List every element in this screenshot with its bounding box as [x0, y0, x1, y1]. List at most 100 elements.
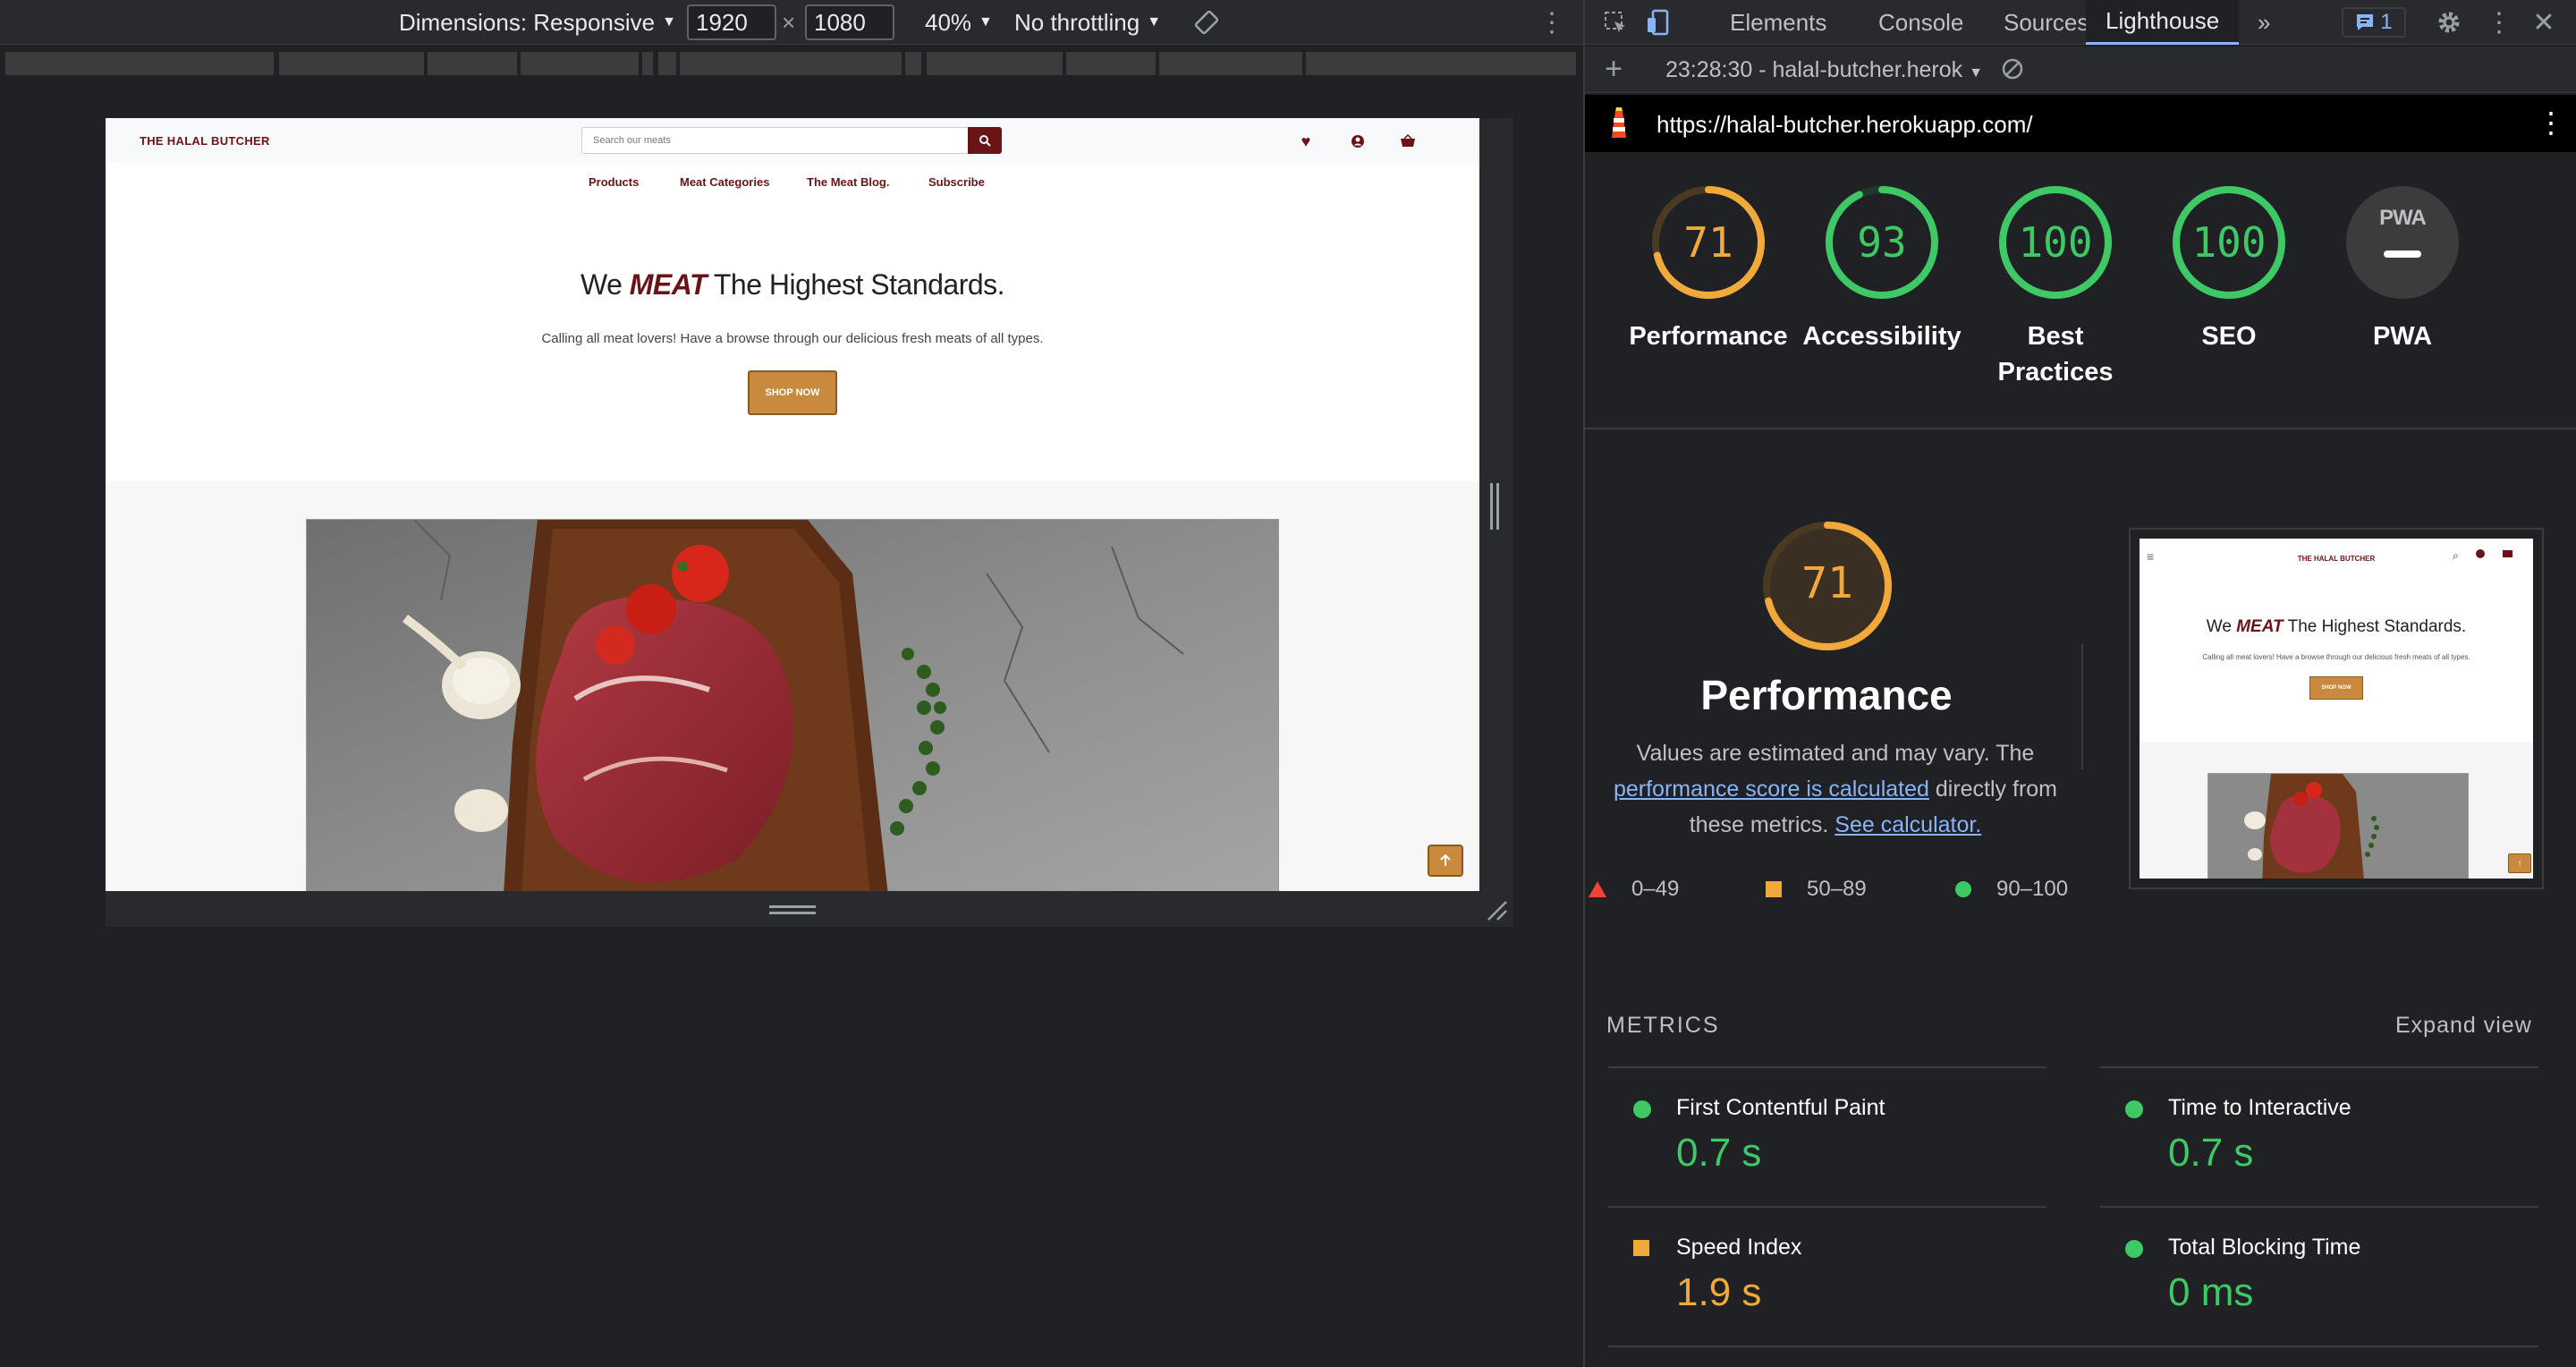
metric-value: 0.7 s [2168, 1131, 2254, 1175]
thumb-arrow-up-icon: ↑ [2508, 853, 2531, 873]
thumb-logo: THE HALAL BUTCHER [2297, 555, 2376, 563]
perf-score-link[interactable]: performance score is calculated [1614, 777, 1929, 802]
devtools-panel: Elements Console Sources Lighthouse » 1 … [1583, 0, 2576, 1367]
tab-elements[interactable]: Elements [1710, 0, 1846, 45]
average-square-icon [1633, 1240, 1649, 1256]
metric-label: First Contentful Paint [1676, 1095, 1885, 1120]
metrics-heading: METRICS [1606, 1013, 1720, 1038]
site-search-button[interactable] [968, 127, 1002, 154]
tab-lighthouse[interactable]: Lighthouse [2086, 0, 2240, 45]
gear-icon[interactable] [2435, 9, 2463, 36]
calculator-link[interactable]: See calculator. [1835, 812, 1981, 837]
gauge-seo[interactable]: 100 SEO [2148, 183, 2309, 354]
chevron-down-icon: ▼ [662, 14, 676, 30]
media-query-segment[interactable] [521, 52, 640, 75]
more-options-icon[interactable]: ⋮ [1538, 7, 1565, 38]
nav-subscribe[interactable]: Subscribe [928, 175, 985, 189]
dimensions-label: Dimensions: Responsive [399, 8, 656, 36]
scroll-to-top-button[interactable] [1428, 845, 1463, 877]
gauge-accessibility[interactable]: 93 Accessibility [1801, 183, 1962, 354]
more-options-icon[interactable]: ⋮ [2485, 8, 2513, 38]
metric-speed-index: Speed Index 1.9 s [1608, 1206, 2046, 1346]
resize-corner-icon[interactable] [1485, 898, 1508, 921]
media-query-segment[interactable] [680, 52, 903, 75]
media-query-segment[interactable] [5, 52, 275, 75]
metric-value: 0.7 s [1676, 1131, 1762, 1175]
thumb-page: ≡ THE HALAL BUTCHER ⌕ We MEAT The Highes… [2140, 539, 2533, 753]
shop-now-button[interactable]: SHOP NOW [748, 370, 837, 415]
divider [2081, 644, 2083, 769]
plus-icon[interactable]: + [1599, 52, 1628, 86]
nav-products[interactable]: Products [589, 175, 639, 189]
report-label: 23:28:30 - halal-butcher.herok [1665, 57, 1963, 82]
inspect-element-icon[interactable] [1601, 9, 1630, 36]
media-query-segment[interactable] [905, 52, 923, 75]
chevron-down-icon: ▼ [1147, 14, 1162, 30]
thumb-title-em: MEAT [2236, 617, 2284, 636]
media-query-segment[interactable] [1306, 52, 1578, 75]
media-query-segment[interactable] [642, 52, 655, 75]
gauge-best-practices[interactable]: 100 Best Practices [1975, 183, 2136, 390]
site-logo[interactable]: THE HALAL BUTCHER [140, 134, 270, 148]
issues-count: 1 [2380, 10, 2393, 34]
device-toggle-icon[interactable] [1644, 9, 1673, 36]
site-search-input[interactable]: Search our meats [581, 127, 971, 154]
account-icon[interactable] [1349, 132, 1367, 150]
media-query-segment[interactable] [1066, 52, 1157, 75]
media-query-segment[interactable] [1159, 52, 1304, 75]
media-query-segment[interactable] [658, 52, 678, 75]
gauge-performance[interactable]: 71 Performance [1628, 183, 1789, 354]
thumb-hero-image [2207, 773, 2469, 879]
report-url-bar: https://halal-butcher.herokuapp.com/ ⋮ [1585, 95, 2576, 152]
devtools-tabbar: Elements Console Sources Lighthouse » 1 … [1585, 0, 2576, 45]
hero-meat-image [306, 519, 1279, 891]
nav-meat-blog[interactable]: The Meat Blog. [807, 175, 889, 189]
gauge-pwa[interactable]: PWA PWA [2322, 183, 2483, 354]
account-icon [2476, 549, 2485, 558]
throttling-dropdown[interactable]: No throttling ▼ [1014, 7, 1161, 38]
close-icon[interactable]: ✕ [2529, 8, 2558, 38]
metric-total-blocking-time: Total Blocking Time 0 ms [2100, 1206, 2538, 1346]
rotate-icon[interactable] [1193, 7, 1220, 38]
report-selector[interactable]: 23:28:30 - halal-butcher.herok ▼ [1665, 57, 1983, 83]
tab-console[interactable]: Console [1859, 0, 1983, 45]
more-tabs-icon[interactable]: » [2238, 0, 2290, 45]
gauge-label: Best Practices [1997, 322, 2114, 386]
score-gauges: 71 Performance 93 Accessibility 100 Best… [1585, 152, 2576, 429]
grip-vertical-icon[interactable] [1490, 483, 1499, 530]
pwa-badge-text: PWA [2379, 206, 2427, 230]
chevron-down-icon: ▼ [979, 14, 993, 30]
message-icon [2357, 14, 2374, 30]
divider [1608, 1346, 2538, 1347]
more-options-icon[interactable]: ⋮ [2537, 106, 2565, 140]
media-query-segment[interactable] [428, 52, 519, 75]
grip-horizontal-icon[interactable] [769, 905, 816, 914]
thumb-title: We MEAT The Highest Standards. [2140, 617, 2533, 637]
height-input[interactable]: 1080 [805, 4, 894, 40]
report-url[interactable]: https://halal-butcher.herokuapp.com/ [1657, 111, 2033, 139]
times-sign: × [782, 8, 796, 36]
heart-icon[interactable]: ♥ [1297, 132, 1315, 150]
hero-title-em: MEAT [629, 268, 708, 301]
thumb-title-pre: We [2206, 617, 2232, 636]
lighthouse-logo-icon [1606, 107, 1631, 144]
performance-gauge-large: 71 [1760, 519, 1894, 653]
clear-block-icon[interactable] [1998, 55, 2027, 82]
media-query-segment[interactable] [279, 52, 426, 75]
zoom-dropdown[interactable]: 40% ▼ [925, 7, 993, 38]
width-input[interactable]: 1920 [687, 4, 776, 40]
search-placeholder: Search our meats [593, 135, 671, 146]
basket-icon[interactable] [1399, 132, 1417, 150]
screen: Dimensions: Responsive ▼ 1920 × 1080 40%… [0, 0, 2576, 1367]
issues-badge[interactable]: 1 [2342, 7, 2406, 38]
media-query-segment[interactable] [927, 52, 1064, 75]
lighthouse-toolbar: + 23:28:30 - halal-butcher.herok ▼ [1585, 47, 2576, 93]
triangle-icon [1589, 881, 1606, 897]
gauge-value: 93 [1857, 218, 1907, 267]
performance-description: Values are estimated and may vary. The p… [1603, 735, 2068, 843]
final-screenshot-thumbnail[interactable]: ≡ THE HALAL BUTCHER ⌕ We MEAT The Highes… [2129, 528, 2544, 889]
gauge-label: SEO [2201, 322, 2257, 351]
expand-view-toggle[interactable]: Expand view [2395, 1013, 2532, 1039]
dimensions-dropdown[interactable]: Dimensions: Responsive ▼ [399, 7, 676, 38]
nav-meat-categories[interactable]: Meat Categories [680, 175, 769, 189]
